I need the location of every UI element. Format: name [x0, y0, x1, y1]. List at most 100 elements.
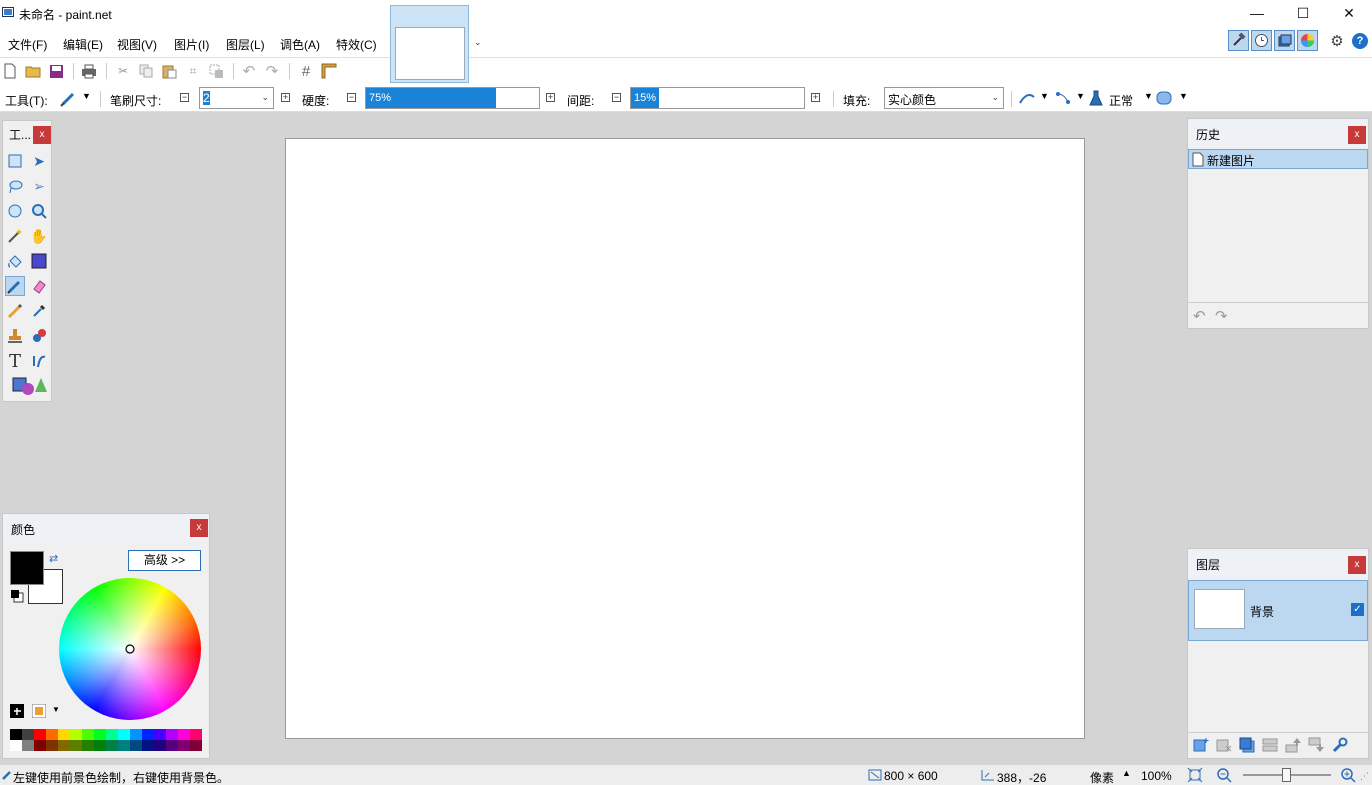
palette-swatch[interactable] — [106, 729, 118, 740]
color-wheel[interactable] — [59, 578, 201, 720]
merge-layer-down-button[interactable] — [1262, 737, 1278, 756]
selection-mode-dropdown[interactable]: ▼ — [1155, 89, 1188, 109]
menu-image[interactable]: 图片(I) — [174, 36, 209, 53]
spacing-decrease-button[interactable]: − — [612, 93, 621, 102]
move-selected-tool[interactable]: ➤ — [29, 151, 49, 171]
palette-swatch[interactable] — [82, 740, 94, 751]
hardness-slider[interactable]: 75% — [365, 87, 540, 109]
layer-row[interactable]: 背景 ✓ — [1188, 580, 1368, 641]
palette-swatch[interactable] — [154, 740, 166, 751]
menu-adjustments[interactable]: 调色(A) — [280, 36, 320, 53]
palette-swatch[interactable] — [58, 729, 70, 740]
layer-properties-button[interactable] — [1332, 737, 1348, 756]
clone-stamp-tool[interactable] — [5, 326, 25, 346]
zoom-out-button[interactable] — [1216, 767, 1232, 783]
save-button[interactable] — [47, 62, 65, 80]
palette-swatch[interactable] — [46, 729, 58, 740]
recolor-tool[interactable] — [29, 326, 49, 346]
menu-effects[interactable]: 特效(C) — [336, 36, 377, 53]
palette-swatch[interactable] — [10, 729, 22, 740]
palette-swatch[interactable] — [106, 740, 118, 751]
hardness-increase-button[interactable]: + — [546, 93, 555, 102]
brush-size-increase-button[interactable]: + — [281, 93, 290, 102]
zoom-slider[interactable] — [1243, 768, 1331, 782]
move-layer-up-button[interactable] — [1285, 737, 1301, 756]
paint-bucket-tool[interactable] — [5, 251, 25, 271]
spacing-increase-button[interactable]: + — [811, 93, 820, 102]
open-file-button[interactable] — [24, 62, 42, 80]
palette-swatch[interactable] — [34, 740, 46, 751]
text-tool[interactable]: T — [5, 351, 25, 372]
palette-swatch[interactable] — [130, 740, 142, 751]
palette-swatch[interactable] — [178, 729, 190, 740]
layer-visibility-checkbox[interactable]: ✓ — [1351, 603, 1364, 616]
document-list-chevron-icon[interactable]: ⌄ — [474, 37, 482, 48]
zoom-tool[interactable] — [29, 201, 49, 221]
palette-swatch[interactable] — [166, 740, 178, 751]
colors-window-toggle[interactable] — [1297, 30, 1318, 51]
primary-color-swatch[interactable] — [10, 551, 44, 585]
menu-file[interactable]: 文件(F) — [8, 36, 47, 53]
add-to-palette-button[interactable] — [10, 704, 24, 718]
history-panel-close-button[interactable]: x — [1348, 126, 1366, 144]
delete-layer-button[interactable] — [1216, 737, 1232, 756]
tool-selector-dropdown[interactable]: ▼ — [60, 89, 92, 109]
help-button[interactable]: ? — [1352, 33, 1368, 49]
palette-swatch[interactable] — [178, 740, 190, 751]
palette-swatch[interactable] — [34, 729, 46, 740]
palette-swatch[interactable] — [166, 729, 178, 740]
grid-toggle-button[interactable]: # — [297, 62, 315, 80]
alpha-blending-dropdown[interactable]: ▼ — [1054, 89, 1085, 109]
history-undo-button[interactable]: ↶ — [1193, 307, 1206, 325]
lasso-select-tool[interactable] — [5, 176, 25, 196]
palette-swatch[interactable] — [82, 729, 94, 740]
menu-layers[interactable]: 图层(L) — [226, 36, 265, 53]
history-item[interactable]: 新建图片 — [1188, 149, 1368, 169]
image-canvas[interactable] — [285, 138, 1085, 739]
gradient-tool[interactable] — [29, 251, 49, 271]
layers-window-toggle[interactable] — [1274, 30, 1295, 51]
menu-view[interactable]: 视图(V) — [117, 36, 157, 53]
swap-colors-button[interactable]: ⇄ — [49, 552, 58, 565]
shapes-tool[interactable] — [9, 376, 49, 396]
line-curve-tool[interactable] — [29, 351, 49, 371]
move-selection-tool[interactable]: ➢ — [29, 176, 49, 196]
history-redo-button[interactable]: ↷ — [1215, 307, 1228, 325]
hardness-decrease-button[interactable]: − — [347, 93, 356, 102]
spacing-slider[interactable]: 15% — [630, 87, 805, 109]
layers-panel-close-button[interactable]: x — [1348, 556, 1366, 574]
duplicate-layer-button[interactable] — [1239, 737, 1255, 756]
antialiasing-dropdown[interactable]: ▼ — [1018, 89, 1049, 109]
new-file-button[interactable] — [1, 62, 19, 80]
add-layer-button[interactable] — [1193, 737, 1209, 756]
ellipse-select-tool[interactable] — [5, 201, 25, 221]
magic-wand-tool[interactable] — [5, 226, 25, 246]
paste-button[interactable] — [160, 62, 178, 80]
copy-button[interactable] — [137, 62, 155, 80]
rectangle-select-tool[interactable] — [5, 151, 25, 171]
blend-mode-dropdown[interactable]: 正常 ▼ — [1088, 89, 1154, 109]
color-picker-tool[interactable] — [29, 301, 49, 321]
pan-tool[interactable]: ✋ — [29, 226, 49, 246]
minimize-button[interactable]: — — [1234, 0, 1280, 26]
palette-swatch[interactable] — [70, 740, 82, 751]
palette-swatch[interactable] — [22, 740, 34, 751]
palette-swatch[interactable] — [118, 740, 130, 751]
settings-button[interactable]: ⚙ — [1328, 32, 1346, 50]
menu-edit[interactable]: 编辑(E) — [63, 36, 103, 53]
deselect-button[interactable] — [207, 62, 225, 80]
units-selector[interactable]: 像素 ▲ — [1088, 768, 1134, 785]
palette-swatch[interactable] — [22, 729, 34, 740]
palette-swatch[interactable] — [46, 740, 58, 751]
palette-menu-button[interactable]: ▼ — [31, 703, 62, 719]
palette-swatch[interactable] — [130, 729, 142, 740]
palette-swatch[interactable] — [58, 740, 70, 751]
palette-swatch[interactable] — [10, 740, 22, 751]
advanced-colors-button[interactable]: 高级 >> — [128, 550, 201, 571]
rulers-toggle-button[interactable] — [320, 62, 338, 80]
print-button[interactable] — [80, 62, 98, 80]
colors-panel-close-button[interactable]: x — [190, 519, 208, 537]
palette-swatch[interactable] — [142, 740, 154, 751]
move-layer-down-button[interactable] — [1308, 737, 1324, 756]
brush-size-input[interactable]: 2 ⌄ — [199, 87, 274, 109]
